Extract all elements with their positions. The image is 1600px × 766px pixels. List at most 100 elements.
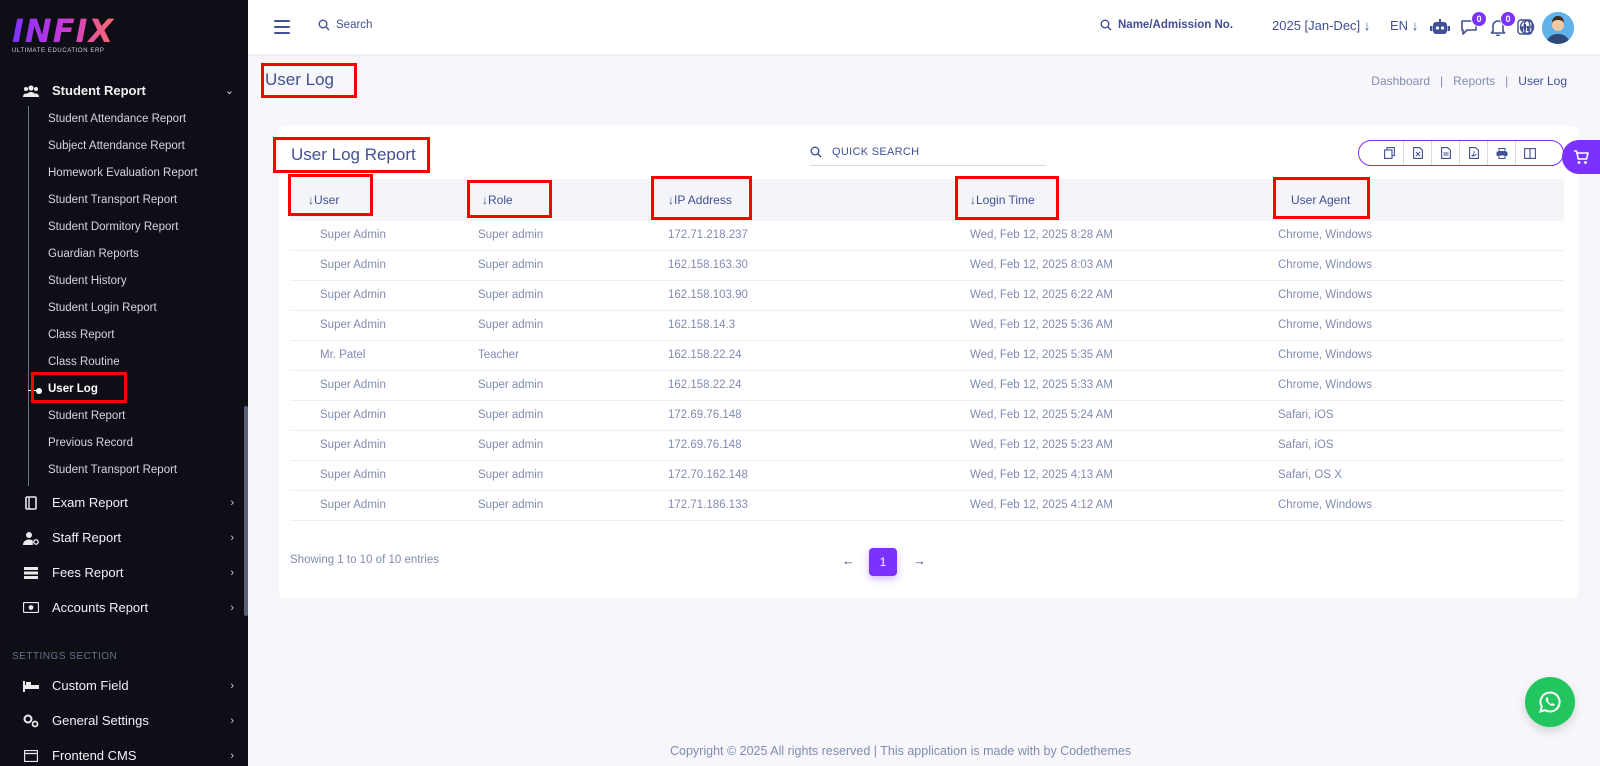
column-header-user-agent[interactable]: User Agent — [1291, 193, 1350, 207]
sidebar-group-label: Accounts Report — [52, 600, 149, 615]
sidebar-group-student-report[interactable]: Student Report ⌄ — [22, 83, 234, 98]
cell-role: Super admin — [478, 289, 544, 301]
cell-user: Super Admin — [320, 469, 386, 481]
sidebar-group-exam-report[interactable]: Exam Report › — [22, 495, 234, 510]
chevron-down-icon: ⌄ — [224, 85, 234, 97]
cart-button[interactable] — [1562, 140, 1600, 174]
breadcrumb-separator: | — [1505, 74, 1509, 88]
cell-login-time: Wed, Feb 12, 2025 4:12 AM — [970, 499, 1113, 511]
logo-subtitle: ULTIMATE EDUCATION ERP — [12, 48, 105, 54]
chat-icon[interactable]: 0 — [1459, 11, 1487, 37]
sidebar-scrollbar[interactable] — [244, 406, 248, 616]
cell-role: Super admin — [478, 439, 544, 451]
sidebar-item-student-dormitory-report[interactable]: Student Dormitory Report — [48, 221, 178, 233]
pagination-prev[interactable]: ← — [842, 553, 855, 568]
sidebar-item-class-routine[interactable]: Class Routine — [48, 356, 120, 368]
academic-year-select[interactable]: 2025 [Jan-Dec] ↓ — [1272, 18, 1370, 33]
language-select[interactable]: EN ↓ — [1390, 18, 1418, 33]
notification-badge: 0 — [1500, 11, 1516, 27]
sidebar-group-accounts-report[interactable]: Accounts Report › — [22, 600, 234, 615]
column-header-login-time[interactable]: ↓ Login Time — [970, 193, 1035, 207]
bed-icon — [22, 679, 40, 693]
search-icon — [318, 19, 330, 31]
sidebar-item-student-history[interactable]: Student History — [48, 275, 127, 287]
chevron-right-icon: › — [230, 496, 234, 509]
breadcrumb-dashboard[interactable]: Dashboard — [1371, 74, 1430, 88]
sidebar-item-guardian-reports[interactable]: Guardian Reports — [48, 248, 139, 260]
chat-badge: 0 — [1471, 11, 1487, 27]
columns-icon[interactable] — [1515, 141, 1543, 165]
entries-info: Showing 1 to 10 of 10 entries — [290, 554, 439, 566]
money-icon — [22, 601, 40, 615]
column-header-label: User — [314, 193, 340, 207]
cell-user: Super Admin — [320, 499, 386, 511]
table-row: Super Admin Super admin 172.69.76.148 We… — [290, 401, 1564, 431]
users-icon — [22, 84, 40, 98]
table-row: Super Admin Super admin 162.158.22.24 We… — [290, 371, 1564, 401]
cell-role: Super admin — [478, 469, 544, 481]
column-header-ip-address[interactable]: ↓ IP Address — [668, 193, 732, 207]
chatbot-icon[interactable] — [1430, 17, 1450, 37]
export-button-group — [1358, 140, 1564, 166]
cell-user-agent: Safari, iOS — [1278, 439, 1334, 451]
cell-role: Super admin — [478, 259, 544, 271]
sidebar-group-fees-report[interactable]: Fees Report › — [22, 565, 234, 580]
search-icon — [810, 146, 822, 157]
sidebar-item-previous-record[interactable]: Previous Record — [48, 437, 133, 449]
cell-role: Super admin — [478, 319, 544, 331]
avatar[interactable] — [1542, 12, 1574, 44]
sidebar-item-student-attendance-report[interactable]: Student Attendance Report — [48, 113, 186, 125]
name-admission-search[interactable]: Name/Admission No. — [1100, 19, 1233, 31]
cell-login-time: Wed, Feb 12, 2025 8:03 AM — [970, 259, 1113, 271]
sidebar-item-user-log[interactable]: User Log — [48, 383, 98, 395]
sidebar-group-general-settings[interactable]: General Settings › — [22, 713, 234, 728]
sidebar-group-staff-report[interactable]: Staff Report › — [22, 530, 234, 545]
sidebar-item-student-report[interactable]: Student Report — [48, 410, 125, 422]
sidebar-group-label: Exam Report — [52, 495, 128, 510]
column-header-role[interactable]: ↓ Role — [482, 193, 513, 207]
cell-login-time: Wed, Feb 12, 2025 5:24 AM — [970, 409, 1113, 421]
column-header-user[interactable]: ↓ User — [308, 193, 339, 207]
pagination-page-1[interactable]: 1 — [869, 548, 897, 576]
sidebar-item-homework-evaluation-report[interactable]: Homework Evaluation Report — [48, 167, 198, 179]
whatsapp-icon — [1539, 691, 1561, 713]
pagination-next[interactable]: → — [913, 553, 926, 568]
book-icon — [22, 495, 40, 510]
search-icon — [1100, 19, 1112, 31]
quick-search-placeholder: QUICK SEARCH — [832, 145, 920, 158]
cell-ip-address: 172.69.76.148 — [668, 439, 742, 451]
global-search-label: Search — [336, 19, 373, 31]
cell-login-time: Wed, Feb 12, 2025 6:22 AM — [970, 289, 1113, 301]
chart-icon[interactable] — [1515, 17, 1535, 37]
cell-role: Super admin — [478, 409, 544, 421]
cell-ip-address: 162.158.22.24 — [668, 349, 742, 361]
hamburger-icon[interactable] — [274, 20, 290, 34]
sidebar-item-student-login-report[interactable]: Student Login Report — [48, 302, 157, 314]
cell-login-time: Wed, Feb 12, 2025 4:13 AM — [970, 469, 1113, 481]
sidebar-group-custom-field[interactable]: Custom Field › — [22, 678, 234, 693]
sidebar-item-class-report[interactable]: Class Report — [48, 329, 114, 341]
sidebar-item-student-transport-report[interactable]: Student Transport Report — [48, 194, 177, 206]
logo[interactable]: INFIX ULTIMATE EDUCATION ERP — [12, 14, 114, 54]
bell-icon[interactable]: 0 — [1488, 11, 1516, 37]
copy-icon[interactable] — [1375, 141, 1403, 165]
stack-icon — [22, 566, 40, 580]
cell-user: Super Admin — [320, 379, 386, 391]
sidebar-group-frontend-cms[interactable]: Frontend CMS › — [22, 748, 234, 763]
sidebar-item-subject-attendance-report[interactable]: Subject Attendance Report — [48, 140, 185, 152]
quick-search-input[interactable]: QUICK SEARCH — [810, 138, 1046, 166]
sidebar-item-student-transport-report-2[interactable]: Student Transport Report — [48, 464, 177, 476]
print-icon[interactable] — [1487, 141, 1515, 165]
csv-icon[interactable] — [1431, 141, 1459, 165]
cell-ip-address: 162.158.14.3 — [668, 319, 736, 331]
whatsapp-button[interactable] — [1525, 677, 1575, 727]
breadcrumb-reports[interactable]: Reports — [1453, 74, 1495, 88]
cart-icon — [1574, 149, 1589, 164]
global-search[interactable]: Search — [318, 19, 372, 31]
cms-icon — [22, 749, 40, 763]
cell-role: Teacher — [478, 349, 519, 361]
cell-user-agent: Chrome, Windows — [1278, 379, 1372, 391]
excel-icon[interactable] — [1403, 141, 1431, 165]
pdf-icon[interactable] — [1459, 141, 1487, 165]
sidebar-group-label: Student Report — [52, 83, 146, 98]
